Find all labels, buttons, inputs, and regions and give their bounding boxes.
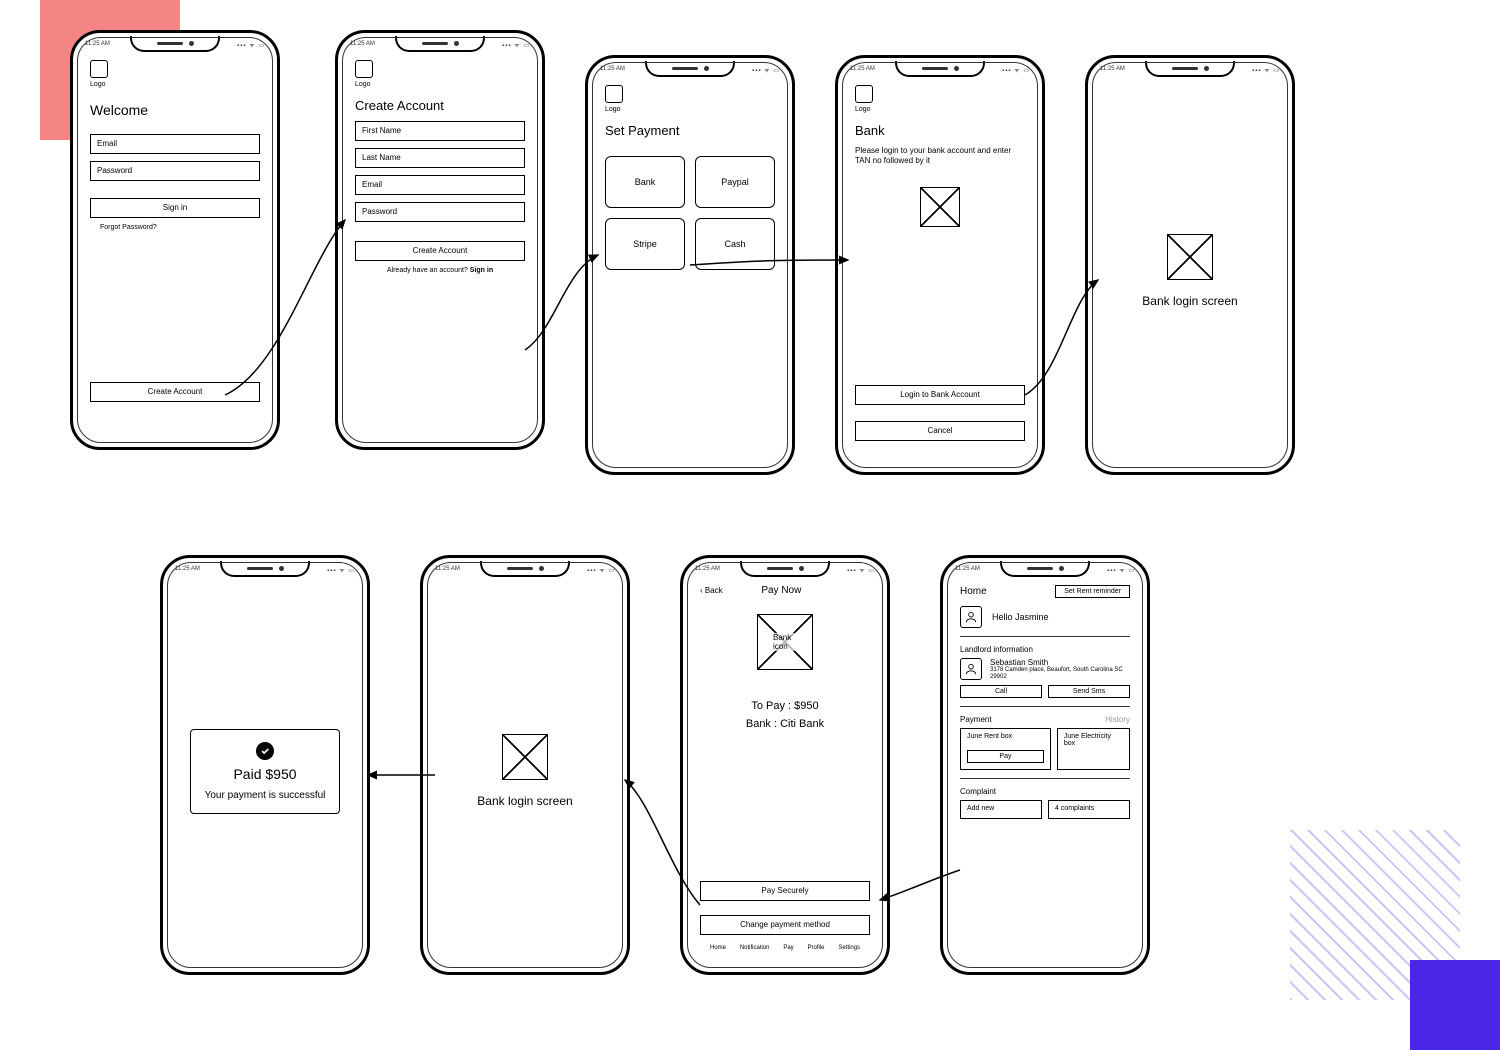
flow-arrow bbox=[0, 0, 1500, 1050]
decorative-blue-square bbox=[1410, 960, 1500, 1050]
wireframe-canvas: 11:25 AM▪▪▪ ᯤ ▭ Logo Welcome Email Passw… bbox=[0, 0, 1500, 1050]
